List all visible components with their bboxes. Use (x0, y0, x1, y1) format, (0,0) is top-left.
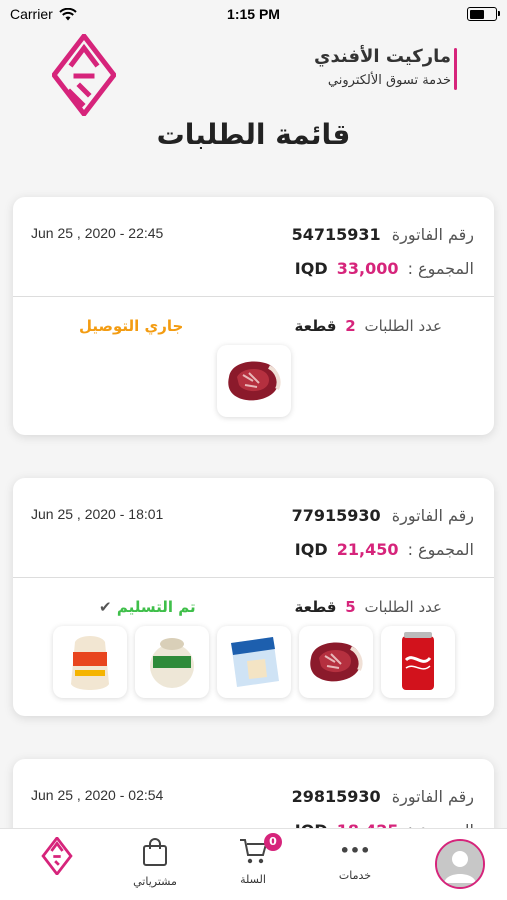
order-card[interactable]: رقم الفاتورة 77915930 المجموع : IQD 21,4… (13, 478, 494, 716)
product-thumb-steak[interactable] (298, 626, 373, 698)
total-row: المجموع : IQD 33,000 (295, 259, 474, 278)
product-thumb-frozen-chicken-sadia[interactable] (52, 626, 127, 698)
invoice-row: رقم الفاتورة 54715931 (292, 225, 474, 244)
order-date: Jun 25 , 2020 - 02:54 (31, 787, 164, 803)
frozen-chicken-icon (70, 636, 109, 690)
order-count-row: عدد الطلبات 2 قطعة (295, 317, 443, 335)
order-date: Jun 25 , 2020 - 18:01 (31, 506, 164, 522)
product-thumbnails (13, 626, 494, 698)
carrier-label: Carrier (10, 6, 53, 22)
brand-logo-icon (41, 835, 73, 877)
product-thumb-frozen-chicken[interactable] (134, 626, 209, 698)
tab-purchases[interactable]: مشترياتي (110, 837, 200, 888)
invoice-number: 29815930 (291, 787, 381, 806)
invoice-row: رقم الفاتورة 29815930 (292, 787, 474, 806)
wifi-icon (59, 7, 77, 20)
battery-icon (467, 7, 500, 21)
status-bar: Carrier 1:15 PM (0, 0, 507, 28)
tab-services-label: خدمات (338, 869, 372, 882)
invoice-label: رقم الفاتورة (391, 787, 474, 806)
tab-services[interactable]: ••• خدمات (310, 837, 400, 882)
tab-purchases-label: مشترياتي (133, 875, 177, 888)
user-avatar-icon (437, 841, 483, 887)
order-card-header: رقم الفاتورة 54715931 المجموع : IQD 33,0… (13, 197, 494, 297)
order-card[interactable]: رقم الفاتورة 54715931 المجموع : IQD 33,0… (13, 197, 494, 435)
tab-cart-label: السلة (240, 873, 266, 886)
total-label: المجموع : (407, 259, 474, 278)
tab-cart[interactable]: 0 السلة (208, 833, 298, 886)
battery-level (469, 9, 484, 19)
status-delivered-label: تم التسليم (116, 598, 196, 616)
order-count-row: عدد الطلبات 5 قطعة (295, 598, 443, 616)
brand-subtitle: خدمة تسوق الألكتروني (327, 73, 451, 88)
steak-icon (309, 642, 363, 682)
brand-block: ماركيت الأفندي خدمة تسوق الألكتروني (314, 46, 451, 88)
invoice-row: رقم الفاتورة 77915930 (292, 506, 474, 525)
total-amount: 21,450 (336, 540, 399, 559)
total-row: المجموع : IQD 21,450 (295, 540, 474, 559)
product-thumb-cola[interactable] (380, 626, 455, 698)
currency-label: IQD (294, 259, 328, 278)
order-card-header: رقم الفاتورة 77915930 المجموع : IQD 21,4… (13, 478, 494, 578)
status-delivered: تم التسليم ✔ (95, 598, 196, 616)
product-thumbnails (13, 345, 494, 417)
currency-label: IQD (294, 540, 328, 559)
checkmark-icon: ✔ (99, 598, 112, 616)
status-in-delivery: جاري التوصيل (79, 317, 184, 335)
pieces-label: قطعة (294, 598, 337, 616)
total-label: المجموع : (407, 540, 474, 559)
brand-name: ماركيت الأفندي (313, 46, 451, 67)
order-count: 2 (345, 317, 356, 335)
frozen-chicken-icon (149, 638, 194, 688)
profile-avatar[interactable] (435, 839, 485, 889)
order-card-body: عدد الطلبات 5 قطعة تم التسليم ✔ (13, 578, 494, 716)
cola-can-icon (401, 632, 434, 690)
order-date: Jun 25 , 2020 - 22:45 (31, 225, 164, 241)
bottom-tab-bar: مشترياتي 0 السلة ••• خدمات (0, 828, 507, 900)
product-thumb-frozen-pack[interactable] (216, 626, 291, 698)
tab-home[interactable] (12, 835, 102, 879)
invoice-number: 77915930 (291, 506, 381, 525)
total-amount: 33,000 (336, 259, 399, 278)
brand-accent-bar (454, 48, 457, 90)
invoice-number: 54715931 (291, 225, 381, 244)
order-count-label: عدد الطلبات (364, 598, 443, 616)
invoice-label: رقم الفاتورة (391, 225, 474, 244)
order-card-body: عدد الطلبات 2 قطعة جاري التوصيل (13, 297, 494, 435)
brand-logo-icon (52, 34, 116, 116)
order-count-label: عدد الطلبات (364, 317, 443, 335)
order-count: 5 (345, 598, 356, 616)
invoice-label: رقم الفاتورة (391, 506, 474, 525)
shopping-bag-icon (143, 838, 167, 866)
steak-icon (227, 361, 281, 401)
frozen-pack-icon (230, 637, 279, 687)
pieces-label: قطعة (294, 317, 337, 335)
app-header: ماركيت الأفندي خدمة تسوق الألكتروني (0, 28, 507, 120)
more-dots-icon: ••• (339, 841, 371, 860)
product-thumb-steak[interactable] (216, 345, 291, 417)
page-title: قائمة الطلبات (156, 118, 351, 151)
cart-badge: 0 (264, 833, 282, 851)
